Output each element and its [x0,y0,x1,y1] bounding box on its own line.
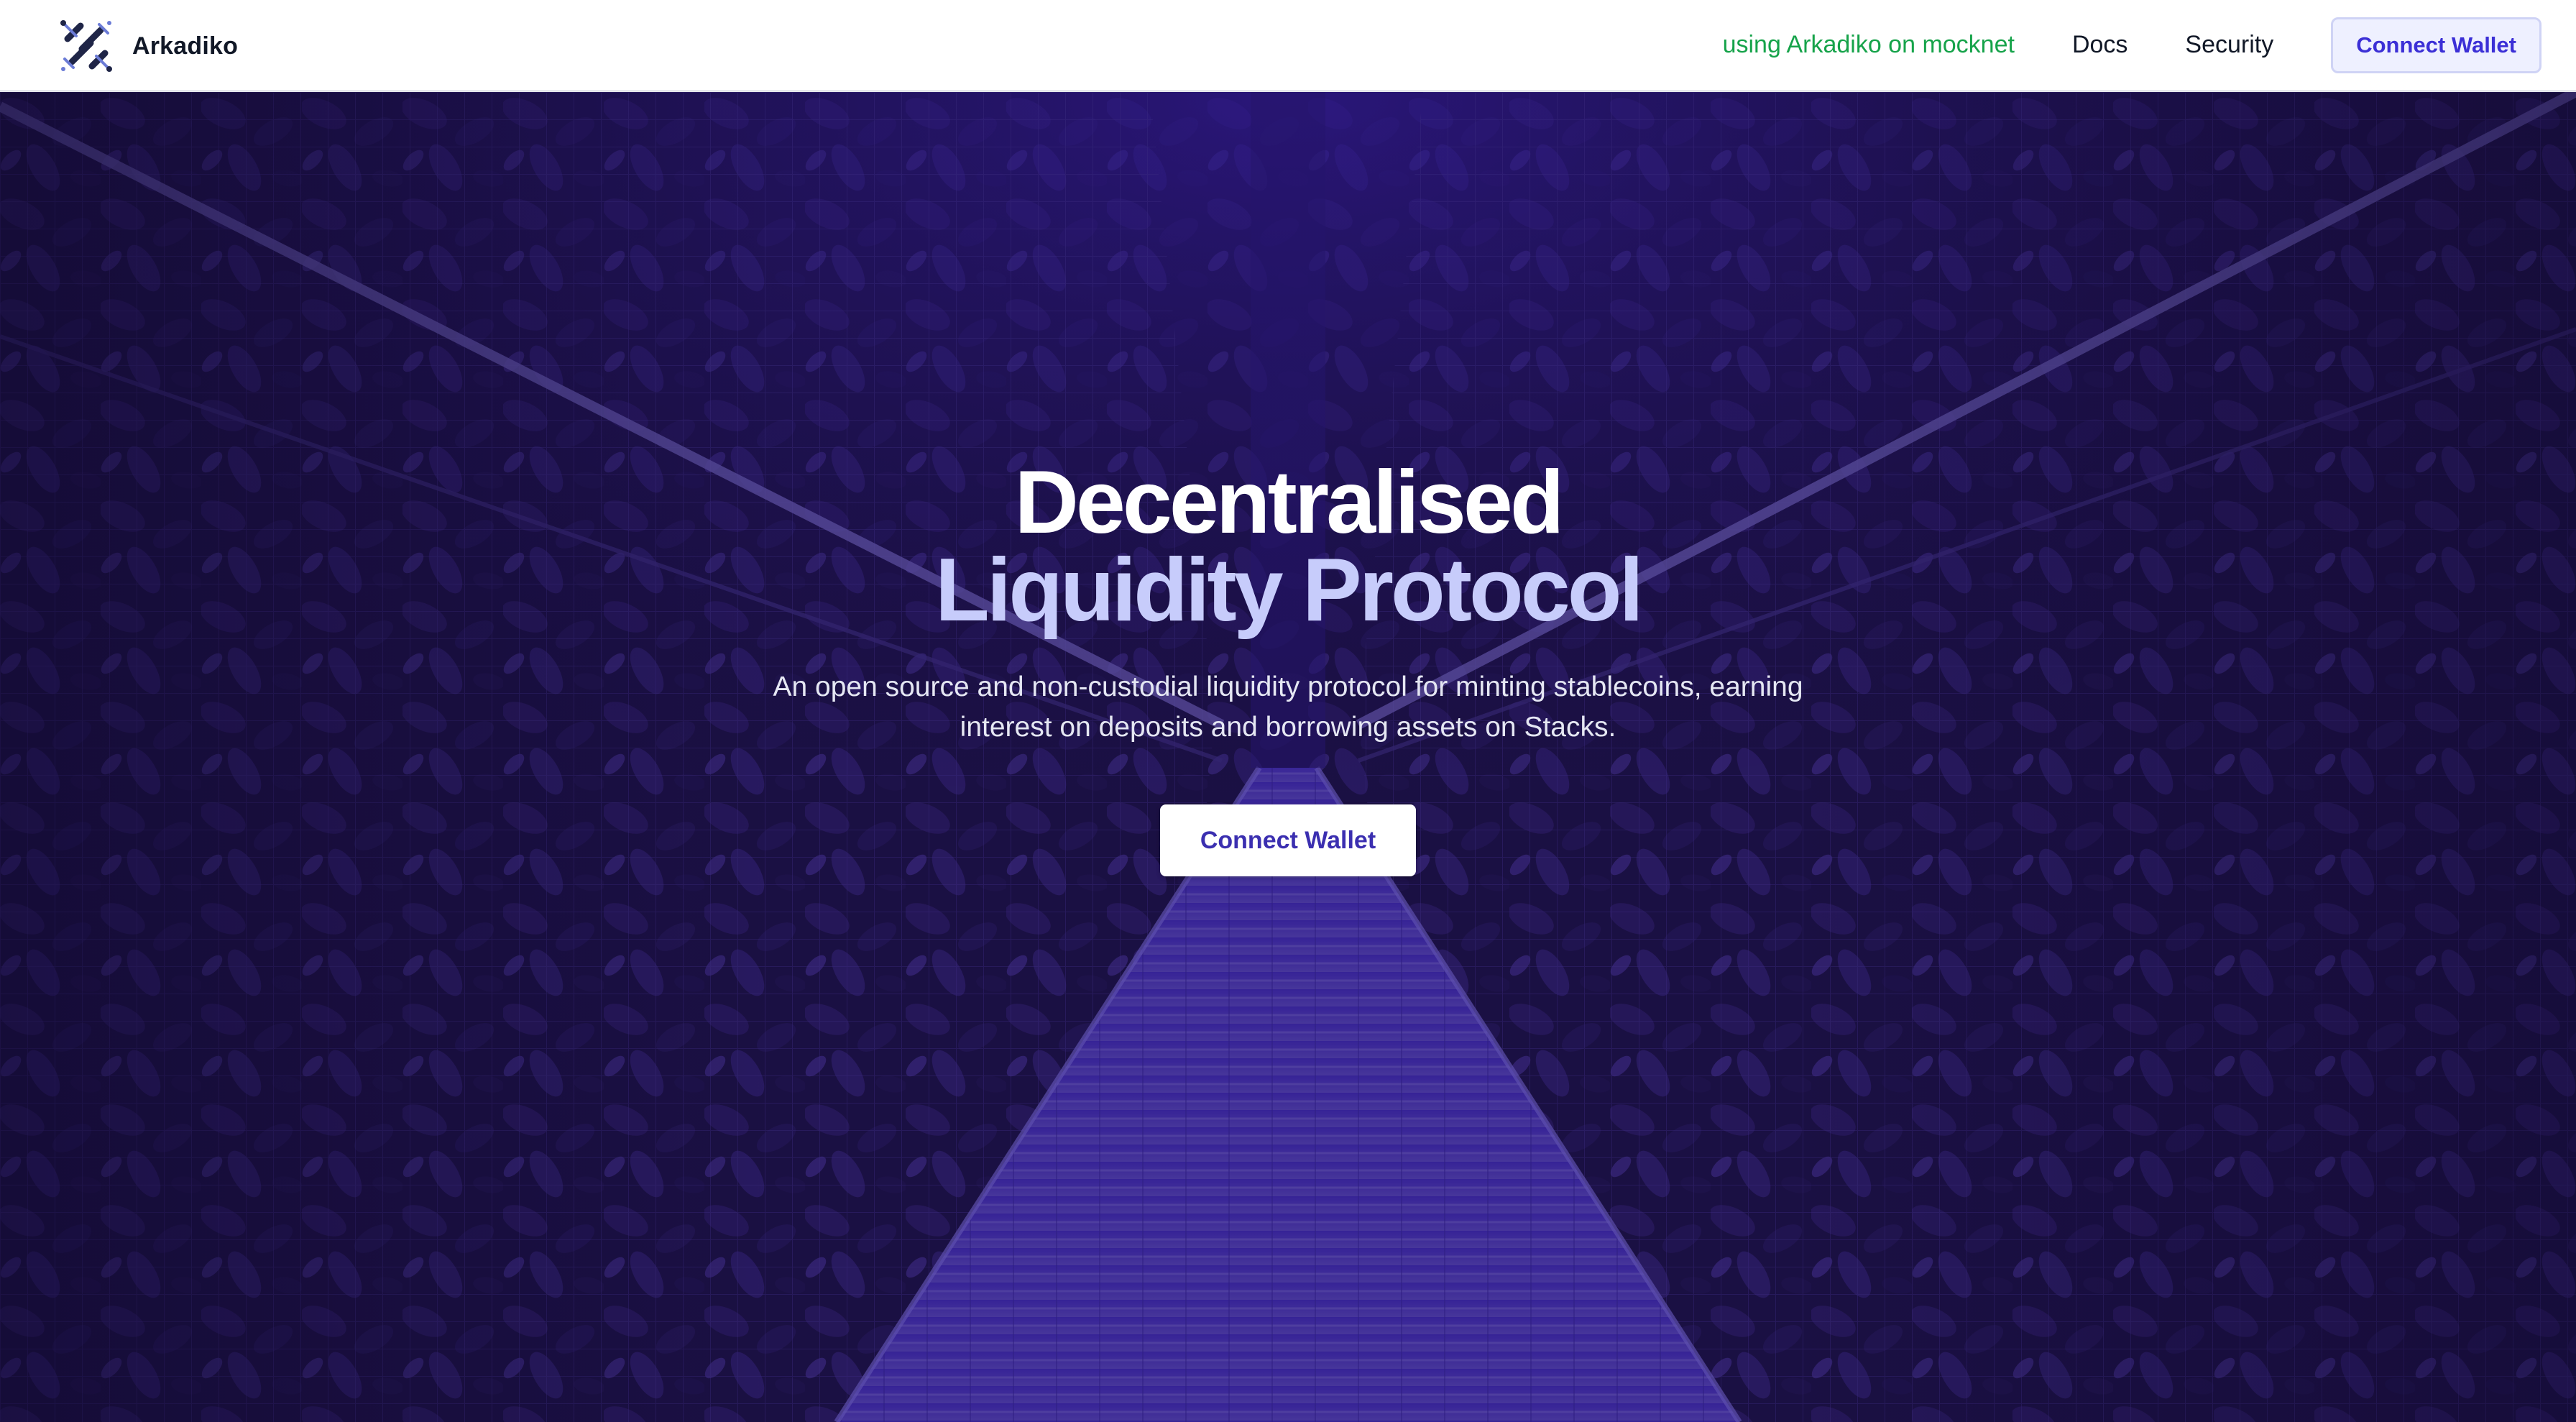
arkadiko-logo-icon [60,20,112,72]
hero-title-line-2: Liquidity Protocol [935,541,1644,640]
hero-section: Decentralised Liquidity Protocol An open… [0,92,2576,1422]
hero-title-line-1: Decentralised [1014,453,1564,552]
navbar-connect-wallet-button[interactable]: Connect Wallet [2331,17,2542,73]
nav-link-docs[interactable]: Docs [2072,31,2128,59]
hero-content: Decentralised Liquidity Protocol An open… [0,92,2576,1422]
hero-subtitle: An open source and non-custodial liquidi… [773,671,1803,743]
top-navbar: Arkadiko using Arkadiko on mocknet Docs … [0,0,2576,92]
network-status: using Arkadiko on mocknet [1722,31,2015,58]
hero-connect-wallet-button[interactable]: Connect Wallet [1160,804,1416,876]
hero-title: Decentralised Liquidity Protocol [0,453,2576,640]
nav-link-security[interactable]: Security [2185,31,2273,59]
brand-name: Arkadiko [132,32,239,60]
brand-home-link[interactable]: Arkadiko [58,17,238,75]
navbar-actions: using Arkadiko on mocknet Docs Security … [1723,0,2542,90]
